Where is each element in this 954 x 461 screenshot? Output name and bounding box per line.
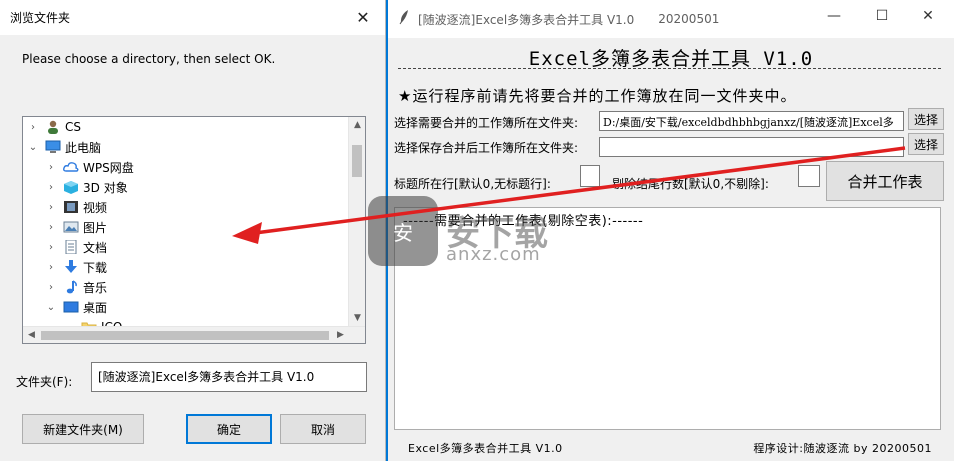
dialog-prompt: Please choose a directory, then select O… bbox=[22, 52, 276, 66]
tree-item-label: 音乐 bbox=[83, 280, 108, 295]
tree-vertical-scrollbar[interactable]: ▲ ▼ bbox=[348, 117, 365, 327]
tree-item-documents[interactable]: › 文档 bbox=[45, 237, 107, 257]
chevron-right-icon[interactable]: › bbox=[45, 162, 57, 173]
video-icon bbox=[63, 200, 79, 214]
save-folder-input[interactable] bbox=[599, 137, 904, 157]
desktop-icon bbox=[63, 300, 79, 314]
watermark-logo: 安 bbox=[368, 196, 438, 266]
chevron-right-icon[interactable]: › bbox=[45, 282, 57, 293]
tree-item-pictures[interactable]: › 图片 bbox=[45, 217, 107, 237]
scroll-up-icon[interactable]: ▲ bbox=[349, 117, 365, 134]
chevron-right-icon[interactable]: › bbox=[45, 222, 57, 233]
footer-app-name: Excel多簿多表合并工具 V1.0 bbox=[408, 442, 563, 455]
dialog-title: 浏览文件夹 bbox=[10, 11, 71, 25]
user-icon bbox=[45, 120, 61, 134]
tree-item-3d-objects[interactable]: › 3D 对象 bbox=[45, 177, 128, 197]
source-folder-label: 选择需要合并的工作簿所在文件夹: bbox=[394, 116, 579, 130]
trailing-rows-label: 剔除结尾行数[默认0,不剔除]: bbox=[612, 177, 769, 191]
tool-title-date: 20200501 bbox=[658, 12, 720, 26]
scroll-left-icon[interactable]: ◀ bbox=[23, 327, 40, 343]
tree-item-downloads[interactable]: › 下载 bbox=[45, 257, 107, 277]
chevron-down-icon[interactable]: ⌄ bbox=[45, 302, 57, 313]
tree-item-label: CS bbox=[65, 120, 81, 134]
cancel-button[interactable]: 取消 bbox=[280, 414, 366, 444]
tree-item-desktop[interactable]: ⌄ 桌面 bbox=[45, 297, 107, 317]
document-icon bbox=[63, 239, 79, 255]
save-folder-label: 选择保存合并后工作簿所在文件夹: bbox=[394, 141, 579, 155]
minimize-icon[interactable]: — bbox=[824, 8, 844, 24]
scroll-thumb[interactable] bbox=[41, 331, 329, 340]
footer-credit: 程序设计:随波逐流 by 20200501 bbox=[753, 442, 932, 455]
tree-horizontal-scrollbar[interactable]: ◀ ▶ bbox=[23, 326, 365, 343]
tree-item-videos[interactable]: › 视频 bbox=[45, 197, 107, 217]
scroll-thumb[interactable] bbox=[352, 145, 362, 177]
divider bbox=[398, 68, 941, 76]
tool-titlebar: [随波逐流]Excel多簿多表合并工具 V1.0 20200501 bbox=[388, 0, 954, 38]
tree-item-music[interactable]: › 音乐 bbox=[45, 277, 107, 297]
scroll-down-icon[interactable]: ▼ bbox=[349, 310, 365, 327]
tree-item-label: WPS网盘 bbox=[83, 160, 134, 175]
scroll-right-icon[interactable]: ▶ bbox=[332, 327, 349, 343]
tree-item-label: 下载 bbox=[83, 260, 108, 275]
tree-item-label: 图片 bbox=[83, 220, 108, 235]
tree-item-cs[interactable]: › CS bbox=[27, 117, 81, 137]
chevron-right-icon[interactable]: › bbox=[27, 122, 39, 133]
chevron-right-icon[interactable]: › bbox=[45, 242, 57, 253]
new-folder-button[interactable]: 新建文件夹(M) bbox=[22, 414, 144, 444]
browse-folder-dialog: 浏览文件夹 ✕ Please choose a directory, then … bbox=[0, 0, 386, 461]
tree-item-this-pc[interactable]: ⌄ 此电脑 bbox=[27, 137, 101, 157]
watermark-url: anxz.com bbox=[446, 244, 541, 265]
trailing-rows-input[interactable] bbox=[798, 165, 820, 187]
chevron-right-icon[interactable]: › bbox=[45, 202, 57, 213]
chevron-right-icon[interactable]: › bbox=[45, 182, 57, 193]
header-row-label: 标题所在行[默认0,无标题行]: bbox=[394, 177, 551, 191]
chevron-right-icon[interactable]: › bbox=[45, 262, 57, 273]
picture-icon bbox=[63, 220, 79, 234]
download-icon bbox=[63, 260, 79, 274]
tool-heading: Excel多簿多表合并工具 V1.0 bbox=[528, 48, 814, 70]
cloud-icon bbox=[63, 160, 79, 174]
computer-icon bbox=[45, 140, 61, 154]
close-icon[interactable]: ✕ bbox=[353, 8, 373, 27]
tree-item-wps[interactable]: › WPS网盘 bbox=[45, 157, 134, 177]
tree-item-label: 此电脑 bbox=[65, 140, 102, 155]
tree-item-label: 3D 对象 bbox=[83, 180, 128, 195]
source-select-button[interactable]: 选择 bbox=[908, 108, 944, 130]
cube-icon bbox=[63, 180, 79, 194]
music-icon bbox=[63, 280, 79, 294]
feather-icon bbox=[398, 9, 410, 29]
tree-item-label: 文档 bbox=[83, 240, 108, 255]
notice-text: ★运行程序前请先将要合并的工作簿放在同一文件夹中。 bbox=[398, 87, 797, 105]
folder-label: 文件夹(F): bbox=[16, 375, 73, 389]
merge-button[interactable]: 合并工作表 bbox=[826, 161, 944, 201]
save-select-button[interactable]: 选择 bbox=[908, 133, 944, 155]
ok-button[interactable]: 确定 bbox=[186, 414, 272, 444]
header-row-input[interactable] bbox=[580, 165, 600, 187]
tree-item-label: 桌面 bbox=[83, 300, 108, 315]
close-icon[interactable]: ✕ bbox=[918, 8, 938, 24]
tool-title: [随波逐流]Excel多簿多表合并工具 V1.0 bbox=[418, 12, 635, 27]
source-folder-input[interactable]: D:/桌面/安下载/exceldbdhbhbgjanxz/[随波逐流]Excel… bbox=[599, 111, 904, 131]
folder-tree[interactable]: › CS ⌄ 此电脑 › WPS网盘 › 3D 对象 › 视频 › 图片 › 文… bbox=[22, 116, 366, 344]
dialog-titlebar: 浏览文件夹 bbox=[0, 0, 385, 36]
maximize-icon[interactable]: ☐ bbox=[872, 8, 892, 24]
chevron-down-icon[interactable]: ⌄ bbox=[27, 142, 39, 153]
folder-name-input[interactable]: [随波逐流]Excel多簿多表合并工具 V1.0 bbox=[91, 362, 367, 392]
tree-item-label: 视频 bbox=[83, 200, 108, 215]
